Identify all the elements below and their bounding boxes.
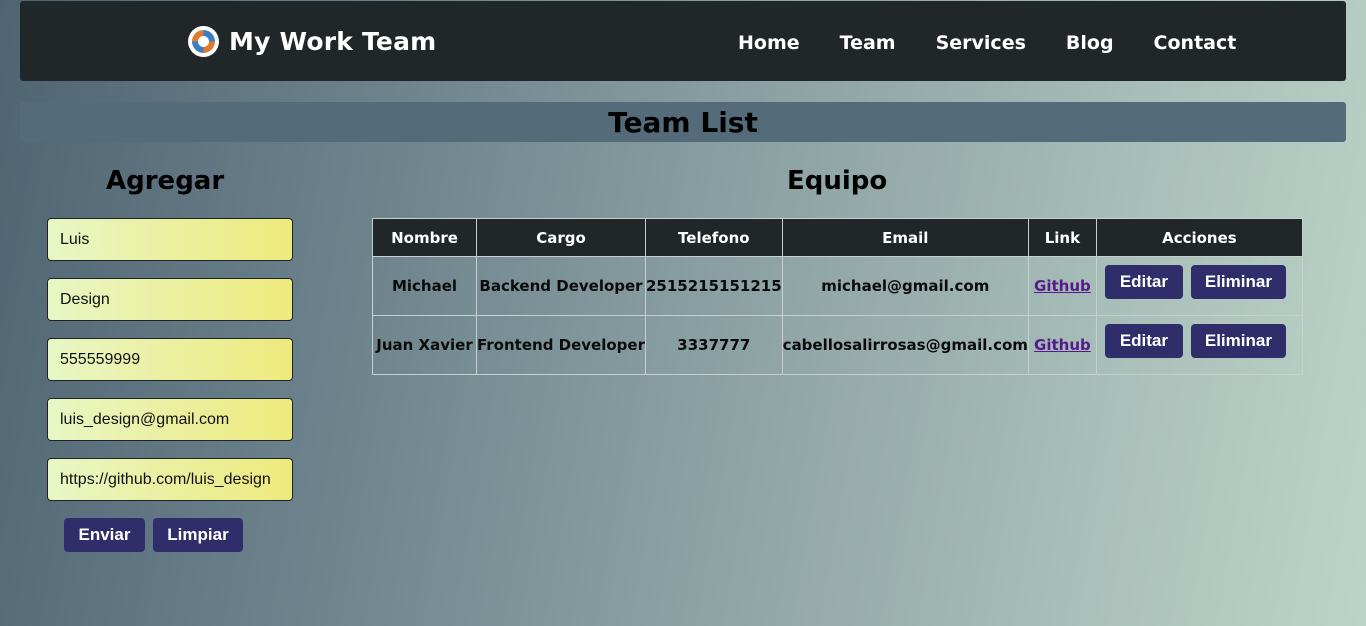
- nav-link-team[interactable]: Team: [840, 32, 896, 54]
- cell-link: Github: [1027, 256, 1097, 316]
- nav-link-home[interactable]: Home: [738, 32, 800, 54]
- nav-links: Home Team Services Blog Contact: [738, 32, 1236, 54]
- brand-title: My Work Team: [229, 27, 437, 56]
- cell-email: cabellosalirrosas@gmail.com: [781, 315, 1029, 375]
- page-title-bar: Team List: [20, 102, 1346, 142]
- github-link[interactable]: Github: [1034, 277, 1091, 295]
- table-header-row: Nombre Cargo Telefono Email Link Accione…: [372, 218, 1303, 257]
- github-link[interactable]: Github: [1034, 336, 1091, 354]
- header-telefono: Telefono: [644, 218, 783, 257]
- header-cargo: Cargo: [476, 218, 646, 257]
- cell-telefono: 3337777: [644, 315, 783, 375]
- cell-nombre: Michael: [372, 256, 477, 316]
- cell-email: michael@gmail.com: [781, 256, 1029, 316]
- table-row: Juan Xavier Frontend Developer 3337777 c…: [372, 315, 1303, 375]
- eliminar-button[interactable]: Eliminar: [1190, 324, 1286, 358]
- limpiar-button[interactable]: Limpiar: [153, 518, 243, 552]
- cell-cargo: Backend Developer: [476, 256, 646, 316]
- telefono-input[interactable]: [47, 338, 293, 381]
- nombre-input[interactable]: [47, 218, 293, 261]
- cell-acciones: Editar Eliminar: [1095, 256, 1303, 316]
- actions-group: Editar Eliminar: [1097, 257, 1302, 315]
- navbar: My Work Team Home Team Services Blog Con…: [20, 1, 1346, 81]
- header-link: Link: [1027, 218, 1097, 257]
- team-title: Equipo: [787, 166, 888, 196]
- page-title: Team List: [608, 106, 758, 139]
- editar-button[interactable]: Editar: [1104, 324, 1183, 358]
- actions-group: Editar Eliminar: [1097, 316, 1302, 374]
- cell-link: Github: [1027, 315, 1097, 375]
- link-input[interactable]: [47, 458, 293, 501]
- react-swirl-logo-icon: [188, 26, 219, 57]
- cargo-input[interactable]: [47, 278, 293, 321]
- email-input[interactable]: [47, 398, 293, 441]
- cell-cargo: Frontend Developer: [476, 315, 646, 375]
- nav-link-services[interactable]: Services: [936, 32, 1026, 54]
- header-nombre: Nombre: [372, 218, 477, 257]
- brand[interactable]: My Work Team: [188, 26, 436, 57]
- header-email: Email: [781, 218, 1029, 257]
- nav-link-contact[interactable]: Contact: [1154, 32, 1237, 54]
- editar-button[interactable]: Editar: [1104, 265, 1183, 299]
- eliminar-button[interactable]: Eliminar: [1190, 265, 1286, 299]
- header-acciones: Acciones: [1095, 218, 1303, 257]
- table-row: Michael Backend Developer 2515215151215 …: [372, 256, 1303, 316]
- cell-acciones: Editar Eliminar: [1095, 315, 1303, 375]
- nav-link-blog[interactable]: Blog: [1066, 32, 1114, 54]
- cell-nombre: Juan Xavier: [372, 315, 477, 375]
- enviar-button[interactable]: Enviar: [64, 518, 145, 552]
- form-title: Agregar: [106, 166, 225, 196]
- cell-telefono: 2515215151215: [644, 256, 783, 316]
- team-table: Nombre Cargo Telefono Email Link Accione…: [372, 218, 1303, 375]
